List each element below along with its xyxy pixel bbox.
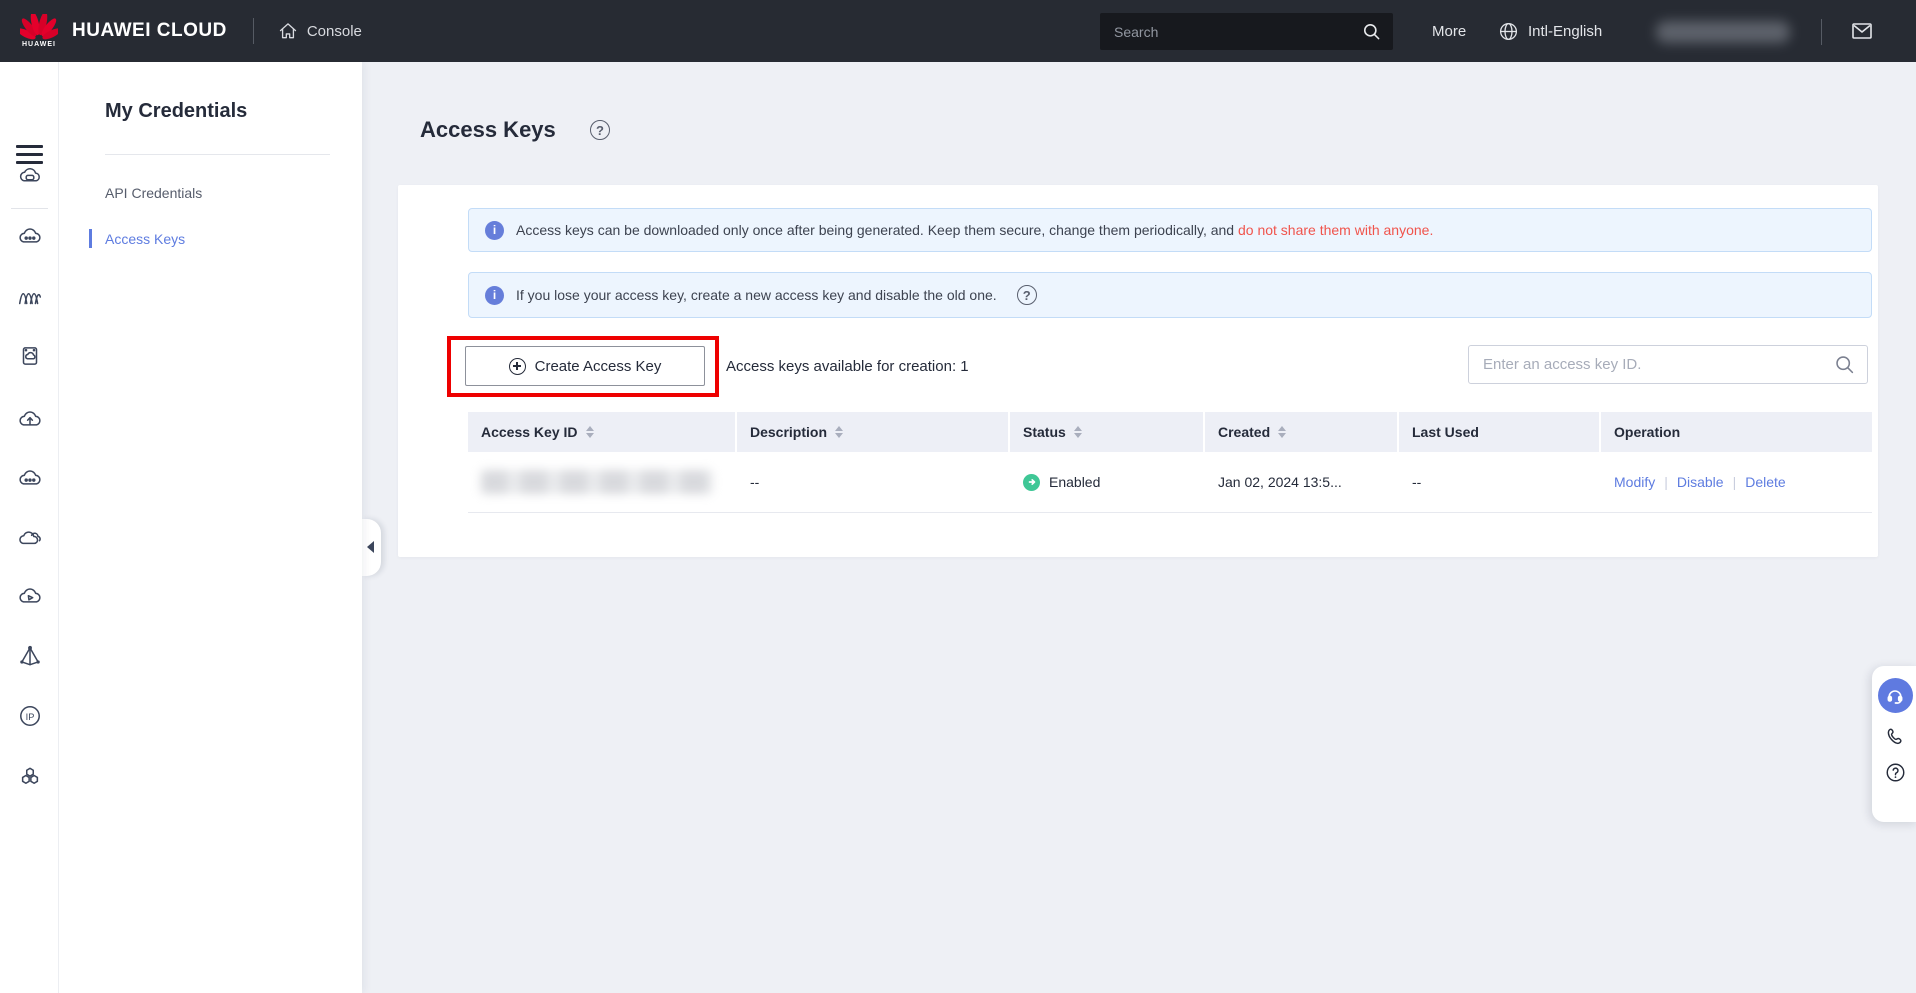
brand-title: HUAWEI CLOUD: [72, 20, 227, 42]
link-divider: |: [1664, 474, 1668, 490]
sidebar-title: My Credentials: [105, 100, 247, 123]
cloud-server-icon[interactable]: [17, 164, 43, 190]
rail-divider: [11, 208, 48, 209]
sidebar-item-access-keys[interactable]: Access Keys: [105, 231, 185, 247]
svg-text:IP: IP: [26, 712, 35, 722]
header-divider: [253, 18, 254, 44]
access-key-search-input[interactable]: [1469, 356, 1834, 373]
hexagons-icon[interactable]: [17, 764, 43, 790]
waves-icon[interactable]: [17, 284, 43, 310]
column-label: Access Key ID: [481, 424, 578, 440]
column-header-last-used[interactable]: Last Used: [1399, 412, 1601, 452]
delete-link[interactable]: Delete: [1745, 474, 1785, 490]
sidebar-divider: [105, 154, 330, 155]
search-icon[interactable]: [1362, 22, 1381, 41]
cell-status: Enabled: [1010, 474, 1205, 491]
help-icon[interactable]: [1884, 761, 1907, 784]
server-cloud-icon[interactable]: [17, 343, 43, 369]
access-key-search: [1468, 345, 1868, 384]
column-label: Last Used: [1412, 424, 1479, 440]
column-header-created[interactable]: Created: [1205, 412, 1399, 452]
cloud-upload-icon[interactable]: [17, 407, 43, 433]
cell-last-used: --: [1399, 474, 1601, 490]
cell-description: --: [737, 474, 1010, 490]
disable-link[interactable]: Disable: [1677, 474, 1724, 490]
redacted-access-key-id: [481, 470, 713, 494]
banner-text-normal: Access keys can be downloaded only once …: [516, 222, 1238, 238]
header-search-input[interactable]: [1100, 24, 1362, 40]
table-header-row: Access Key ID Description Status Created…: [468, 412, 1872, 452]
banner-text: If you lose your access key, create a ne…: [516, 287, 997, 303]
banner-text: Access keys can be downloaded only once …: [516, 222, 1433, 238]
table-row: -- Enabled Jan 02, 2024 13:5... -- Modif…: [468, 452, 1872, 513]
clouds-icon[interactable]: [17, 525, 43, 551]
column-header-description[interactable]: Description: [737, 412, 1010, 452]
console-link[interactable]: Console: [278, 21, 362, 41]
cloud-more-icon[interactable]: [17, 224, 43, 250]
language-label: Intl-English: [1528, 23, 1602, 40]
access-keys-panel: i Access keys can be downloaded only onc…: [398, 185, 1878, 557]
cloud-more-icon[interactable]: [17, 466, 43, 492]
sort-icon[interactable]: [1074, 426, 1082, 438]
column-header-operation: Operation: [1601, 412, 1872, 452]
chevron-left-icon: [367, 541, 374, 553]
sort-icon[interactable]: [1278, 426, 1286, 438]
redacted-username[interactable]: [1656, 21, 1790, 43]
page-title: Access Keys: [420, 117, 556, 143]
plus-circle-icon: [509, 358, 526, 375]
top-header: HUAWEI HUAWEI CLOUD Console More Intl-En…: [0, 0, 1916, 62]
pyramid-icon[interactable]: [17, 643, 43, 669]
sort-icon[interactable]: [835, 426, 843, 438]
create-access-key-label: Create Access Key: [535, 358, 662, 375]
home-icon: [278, 21, 298, 41]
sidebar-collapse-button[interactable]: [362, 519, 381, 576]
globe-icon: [1498, 21, 1519, 42]
column-header-status[interactable]: Status: [1010, 412, 1205, 452]
sidebar-item-api-credentials[interactable]: API Credentials: [105, 185, 202, 201]
header-divider-2: [1821, 19, 1822, 45]
link-divider: |: [1733, 474, 1737, 490]
info-icon: i: [485, 221, 504, 240]
messages-button[interactable]: [1850, 0, 1874, 62]
huawei-logo[interactable]: HUAWEI: [16, 14, 62, 48]
service-icon-rail: IP: [0, 62, 59, 993]
banner-text-warning: do not share them with anyone.: [1238, 222, 1433, 238]
more-label: More: [1432, 23, 1466, 40]
huawei-logo-word: HUAWEI: [22, 41, 56, 48]
active-item-indicator: [89, 229, 92, 248]
search-icon[interactable]: [1834, 354, 1855, 375]
info-banner-security: i Access keys can be downloaded only onc…: [468, 208, 1872, 252]
more-menu[interactable]: More: [1432, 0, 1466, 62]
column-header-access-key-id[interactable]: Access Key ID: [468, 412, 737, 452]
huawei-logo-icon: [20, 14, 58, 40]
cell-created: Jan 02, 2024 13:5...: [1205, 474, 1399, 490]
credentials-sidebar: My Credentials API Credentials Access Ke…: [59, 62, 362, 993]
phone-icon[interactable]: [1884, 726, 1906, 748]
banner-help-icon[interactable]: ?: [1017, 285, 1037, 305]
ip-icon[interactable]: IP: [17, 703, 43, 729]
modify-link[interactable]: Modify: [1614, 474, 1655, 490]
console-label: Console: [307, 23, 362, 40]
headset-icon[interactable]: [1878, 678, 1913, 713]
column-label: Operation: [1614, 424, 1680, 440]
cloud-media-icon[interactable]: [17, 584, 43, 610]
page-help-icon[interactable]: ?: [590, 120, 610, 140]
page: HUAWEI HUAWEI CLOUD Console More Intl-En…: [0, 0, 1916, 993]
status-enabled-icon: [1023, 474, 1040, 491]
status-label: Enabled: [1049, 474, 1100, 490]
support-float-widget: [1872, 666, 1916, 822]
access-keys-table: Access Key ID Description Status Created…: [468, 412, 1872, 513]
mail-icon: [1850, 19, 1874, 43]
info-icon: i: [485, 286, 504, 305]
language-switch[interactable]: Intl-English: [1498, 0, 1602, 62]
header-search: [1100, 13, 1393, 50]
create-access-key-button[interactable]: Create Access Key: [465, 346, 705, 386]
column-label: Created: [1218, 424, 1270, 440]
sort-icon[interactable]: [586, 426, 594, 438]
cell-operation: Modify | Disable | Delete: [1601, 474, 1872, 490]
column-label: Status: [1023, 424, 1066, 440]
column-label: Description: [750, 424, 827, 440]
info-banner-lost-key: i If you lose your access key, create a …: [468, 272, 1872, 318]
available-keys-text: Access keys available for creation: 1: [726, 336, 969, 397]
